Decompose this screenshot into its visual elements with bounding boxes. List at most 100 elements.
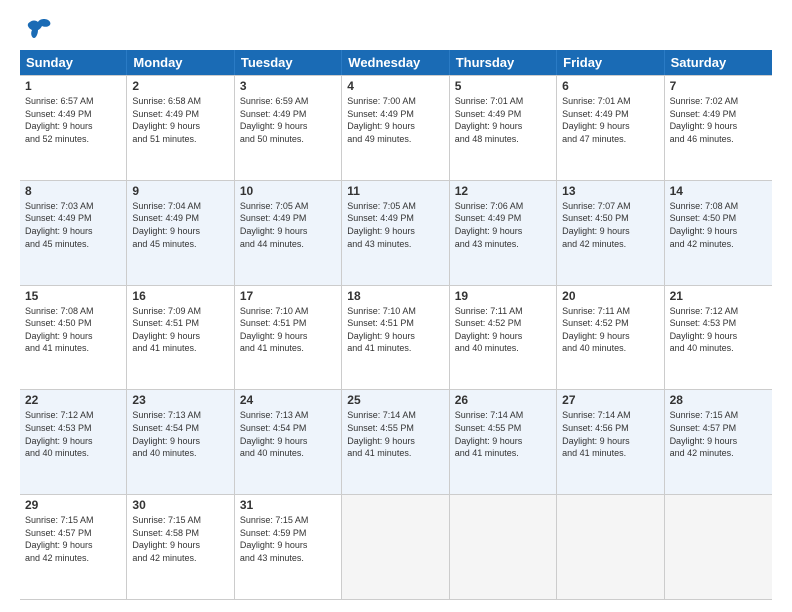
day-number: 30 [132, 498, 228, 512]
day-number: 12 [455, 184, 551, 198]
calendar-row: 1 Sunrise: 6:57 AM Sunset: 4:49 PM Daylig… [20, 75, 772, 181]
day-info: Sunrise: 7:06 AM Sunset: 4:49 PM Dayligh… [455, 201, 524, 249]
calendar-cell: 26 Sunrise: 7:14 AM Sunset: 4:55 PM Dayli… [450, 390, 557, 494]
day-info: Sunrise: 6:57 AM Sunset: 4:49 PM Dayligh… [25, 96, 94, 144]
calendar-cell: 14 Sunrise: 7:08 AM Sunset: 4:50 PM Dayli… [665, 181, 772, 285]
calendar-cell: 11 Sunrise: 7:05 AM Sunset: 4:49 PM Dayli… [342, 181, 449, 285]
day-number: 25 [347, 393, 443, 407]
calendar-cell: 10 Sunrise: 7:05 AM Sunset: 4:49 PM Dayli… [235, 181, 342, 285]
day-number: 23 [132, 393, 228, 407]
calendar-row: 8 Sunrise: 7:03 AM Sunset: 4:49 PM Daylig… [20, 181, 772, 286]
calendar-cell: 30 Sunrise: 7:15 AM Sunset: 4:58 PM Dayli… [127, 495, 234, 599]
day-info: Sunrise: 7:02 AM Sunset: 4:49 PM Dayligh… [670, 96, 739, 144]
logo [20, 18, 52, 40]
day-number: 7 [670, 79, 767, 93]
day-info: Sunrise: 7:10 AM Sunset: 4:51 PM Dayligh… [347, 306, 416, 354]
day-info: Sunrise: 7:11 AM Sunset: 4:52 PM Dayligh… [455, 306, 523, 354]
day-number: 4 [347, 79, 443, 93]
calendar-cell: 12 Sunrise: 7:06 AM Sunset: 4:49 PM Dayli… [450, 181, 557, 285]
day-number: 17 [240, 289, 336, 303]
day-info: Sunrise: 7:13 AM Sunset: 4:54 PM Dayligh… [240, 410, 309, 458]
day-number: 3 [240, 79, 336, 93]
day-info: Sunrise: 7:14 AM Sunset: 4:55 PM Dayligh… [455, 410, 524, 458]
day-info: Sunrise: 7:05 AM Sunset: 4:49 PM Dayligh… [240, 201, 309, 249]
calendar-cell: 15 Sunrise: 7:08 AM Sunset: 4:50 PM Dayli… [20, 286, 127, 390]
day-number: 26 [455, 393, 551, 407]
day-number: 10 [240, 184, 336, 198]
day-info: Sunrise: 7:13 AM Sunset: 4:54 PM Dayligh… [132, 410, 201, 458]
day-info: Sunrise: 7:00 AM Sunset: 4:49 PM Dayligh… [347, 96, 416, 144]
calendar-cell: 9 Sunrise: 7:04 AM Sunset: 4:49 PM Daylig… [127, 181, 234, 285]
calendar-cell: 7 Sunrise: 7:02 AM Sunset: 4:49 PM Daylig… [665, 76, 772, 180]
day-info: Sunrise: 7:09 AM Sunset: 4:51 PM Dayligh… [132, 306, 201, 354]
day-info: Sunrise: 7:08 AM Sunset: 4:50 PM Dayligh… [670, 201, 739, 249]
calendar-cell: 23 Sunrise: 7:13 AM Sunset: 4:54 PM Dayli… [127, 390, 234, 494]
day-number: 20 [562, 289, 658, 303]
calendar-cell: 1 Sunrise: 6:57 AM Sunset: 4:49 PM Daylig… [20, 76, 127, 180]
calendar-cell: 6Sunrise: 7:01 AM Sunset: 4:49 PM Daylig… [557, 76, 664, 180]
day-number: 8 [25, 184, 121, 198]
day-number: 31 [240, 498, 336, 512]
calendar-row: 29 Sunrise: 7:15 AM Sunset: 4:57 PM Dayli… [20, 495, 772, 600]
calendar-cell: 22Sunrise: 7:12 AM Sunset: 4:53 PM Dayli… [20, 390, 127, 494]
calendar-cell [342, 495, 449, 599]
calendar-cell: 8 Sunrise: 7:03 AM Sunset: 4:49 PM Daylig… [20, 181, 127, 285]
day-info: Sunrise: 6:58 AM Sunset: 4:49 PM Dayligh… [132, 96, 201, 144]
calendar-header-cell: Sunday [20, 50, 127, 75]
day-number: 1 [25, 79, 121, 93]
calendar-header-cell: Thursday [450, 50, 557, 75]
calendar-cell: 17Sunrise: 7:10 AM Sunset: 4:51 PM Dayli… [235, 286, 342, 390]
day-number: 16 [132, 289, 228, 303]
calendar-body: 1 Sunrise: 6:57 AM Sunset: 4:49 PM Daylig… [20, 75, 772, 600]
logo-bird-icon [24, 18, 52, 40]
day-number: 2 [132, 79, 228, 93]
day-number: 13 [562, 184, 658, 198]
day-number: 9 [132, 184, 228, 198]
day-info: Sunrise: 7:12 AM Sunset: 4:53 PM Dayligh… [670, 306, 739, 354]
calendar-cell: 25 Sunrise: 7:14 AM Sunset: 4:55 PM Dayli… [342, 390, 449, 494]
day-info: Sunrise: 7:04 AM Sunset: 4:49 PM Dayligh… [132, 201, 201, 249]
day-number: 22 [25, 393, 121, 407]
page: SundayMondayTuesdayWednesdayThursdayFrid… [0, 0, 792, 612]
day-info: Sunrise: 7:15 AM Sunset: 4:57 PM Dayligh… [25, 515, 94, 563]
calendar-cell: 29 Sunrise: 7:15 AM Sunset: 4:57 PM Dayli… [20, 495, 127, 599]
day-number: 18 [347, 289, 443, 303]
day-info: Sunrise: 7:14 AM Sunset: 4:55 PM Dayligh… [347, 410, 416, 458]
day-info: Sunrise: 7:15 AM Sunset: 4:59 PM Dayligh… [240, 515, 309, 563]
calendar-cell: 4 Sunrise: 7:00 AM Sunset: 4:49 PM Daylig… [342, 76, 449, 180]
day-info: Sunrise: 7:05 AM Sunset: 4:49 PM Dayligh… [347, 201, 416, 249]
calendar-cell [665, 495, 772, 599]
calendar-header-cell: Tuesday [235, 50, 342, 75]
calendar: SundayMondayTuesdayWednesdayThursdayFrid… [20, 50, 772, 600]
day-number: 19 [455, 289, 551, 303]
day-info: Sunrise: 7:08 AM Sunset: 4:50 PM Dayligh… [25, 306, 94, 354]
day-number: 14 [670, 184, 767, 198]
day-info: Sunrise: 7:11 AM Sunset: 4:52 PM Dayligh… [562, 306, 630, 354]
day-number: 24 [240, 393, 336, 407]
calendar-cell: 3 Sunrise: 6:59 AM Sunset: 4:49 PM Daylig… [235, 76, 342, 180]
day-info: Sunrise: 7:07 AM Sunset: 4:50 PM Dayligh… [562, 201, 631, 249]
calendar-cell: 31 Sunrise: 7:15 AM Sunset: 4:59 PM Dayli… [235, 495, 342, 599]
day-info: Sunrise: 7:15 AM Sunset: 4:57 PM Dayligh… [670, 410, 739, 458]
calendar-cell: 16 Sunrise: 7:09 AM Sunset: 4:51 PM Dayli… [127, 286, 234, 390]
day-number: 21 [670, 289, 767, 303]
day-info: Sunrise: 7:03 AM Sunset: 4:49 PM Dayligh… [25, 201, 94, 249]
calendar-cell: 20 Sunrise: 7:11 AM Sunset: 4:52 PM Dayli… [557, 286, 664, 390]
calendar-row: 15 Sunrise: 7:08 AM Sunset: 4:50 PM Dayli… [20, 286, 772, 391]
day-number: 11 [347, 184, 443, 198]
day-info: Sunrise: 7:01 AM Sunset: 4:49 PM Dayligh… [562, 96, 631, 144]
calendar-cell: 13 Sunrise: 7:07 AM Sunset: 4:50 PM Dayli… [557, 181, 664, 285]
day-number: 5 [455, 79, 551, 93]
calendar-cell: 24 Sunrise: 7:13 AM Sunset: 4:54 PM Dayli… [235, 390, 342, 494]
calendar-header-cell: Wednesday [342, 50, 449, 75]
day-number: 29 [25, 498, 121, 512]
day-number: 15 [25, 289, 121, 303]
calendar-cell [450, 495, 557, 599]
calendar-header-cell: Friday [557, 50, 664, 75]
calendar-row: 22Sunrise: 7:12 AM Sunset: 4:53 PM Dayli… [20, 390, 772, 495]
day-info: Sunrise: 6:59 AM Sunset: 4:49 PM Dayligh… [240, 96, 309, 144]
header [20, 18, 772, 40]
day-info: Sunrise: 7:15 AM Sunset: 4:58 PM Dayligh… [132, 515, 201, 563]
day-number: 27 [562, 393, 658, 407]
calendar-cell: 18 Sunrise: 7:10 AM Sunset: 4:51 PM Dayli… [342, 286, 449, 390]
